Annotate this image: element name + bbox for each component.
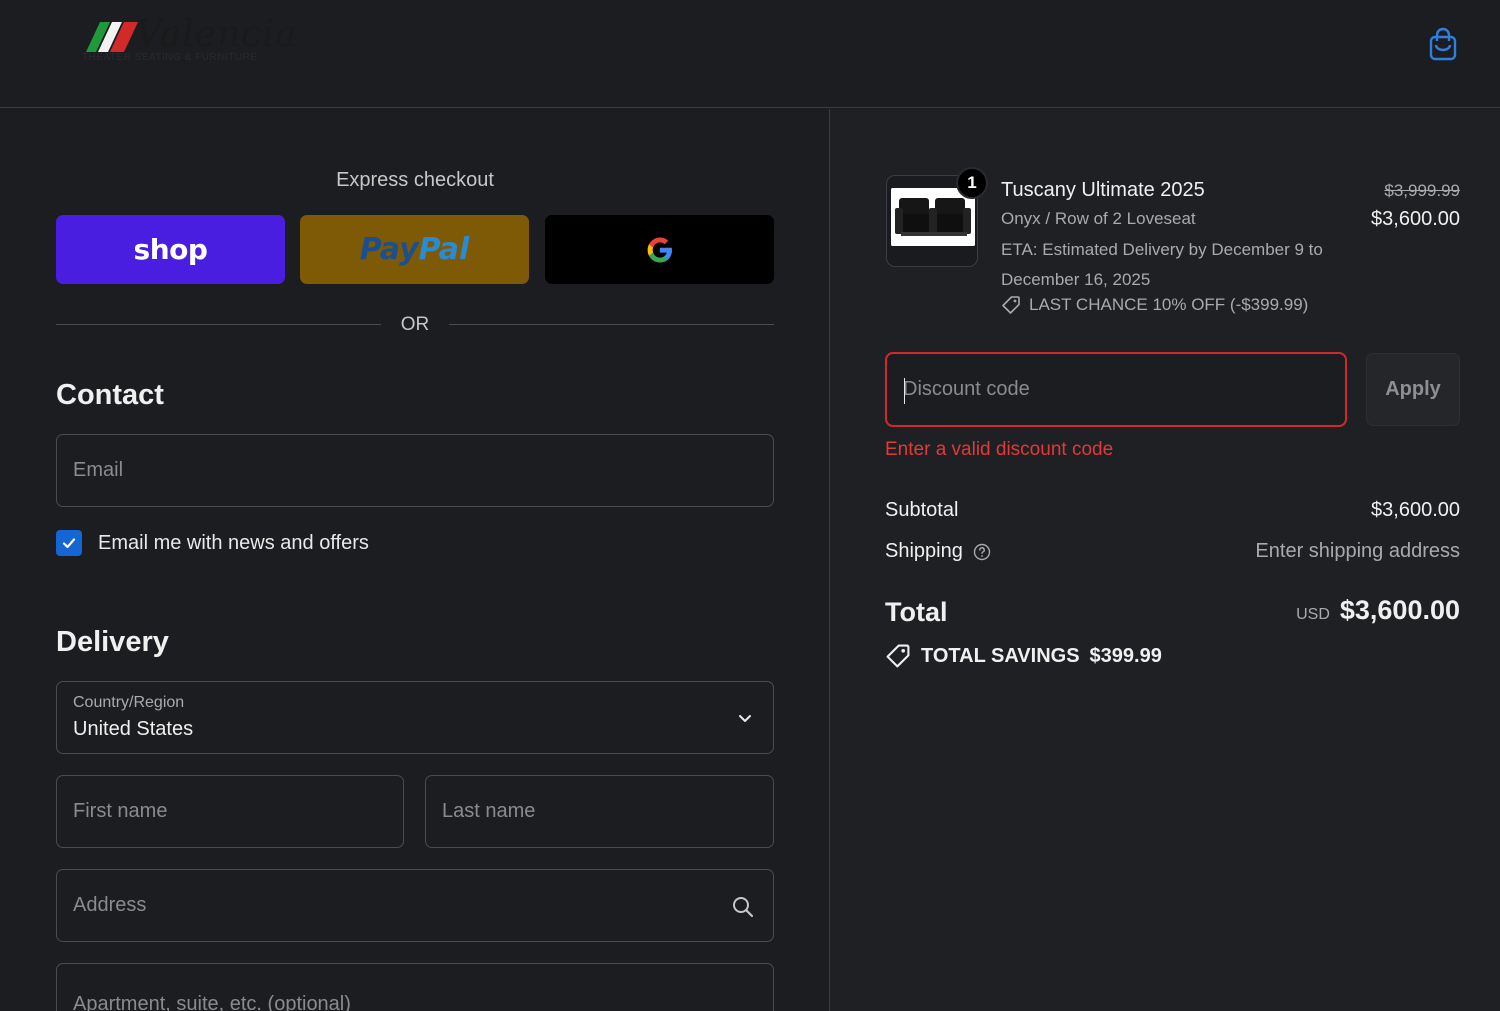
or-line-left	[56, 324, 381, 325]
subtotal-label: Subtotal	[885, 499, 959, 521]
discount-code-input[interactable]	[903, 354, 1329, 425]
email-field[interactable]	[56, 434, 774, 507]
google-g-icon	[647, 237, 672, 262]
cart-button[interactable]	[1424, 26, 1462, 64]
product-discount-label: LAST CHANCE 10% OFF (-$399.99)	[1029, 295, 1309, 314]
product-discount: LAST CHANCE 10% OFF (-$399.99)	[1001, 295, 1308, 315]
shop-pay-label: shop	[133, 233, 208, 266]
or-divider: OR	[56, 314, 774, 336]
order-summary: 1 Tuscany Ultimate 2025 Onyx / Row of 2 …	[830, 109, 1500, 1011]
paypal-button[interactable]: PayPal	[300, 215, 529, 284]
chevron-down-icon	[739, 715, 751, 722]
original-price: $3,999.99	[1384, 181, 1460, 200]
country-select[interactable]: Country/Region United States	[56, 681, 774, 754]
total-label: Total	[885, 597, 948, 627]
discount-code-field[interactable]	[885, 352, 1347, 427]
express-checkout-title: Express checkout	[336, 169, 494, 191]
search-icon	[733, 897, 754, 918]
shopping-bag-icon	[1429, 27, 1457, 61]
total-value: USD $3,600.00	[1296, 595, 1460, 626]
shipping-value: Enter shipping address	[1255, 540, 1460, 562]
newsletter-row[interactable]: Email me with news and offers	[56, 529, 369, 557]
newsletter-checkbox[interactable]	[56, 530, 82, 556]
total-savings-amount: $399.99	[1089, 644, 1162, 667]
first-name-field[interactable]	[56, 775, 404, 848]
first-name-input[interactable]	[73, 776, 387, 847]
current-price: $3,600.00	[1371, 208, 1460, 230]
paypal-label: PayPal	[360, 232, 470, 267]
apartment-input[interactable]	[73, 974, 757, 1011]
apartment-field[interactable]	[56, 963, 774, 1011]
country-label: Country/Region	[73, 694, 185, 711]
site-header: Valencia THEATER SEATING & FURNITURE	[0, 0, 1500, 108]
product-name: Tuscany Ultimate 2025	[1001, 179, 1205, 201]
product-variant: Onyx / Row of 2 Loveseat	[1001, 209, 1196, 228]
address-field[interactable]	[56, 869, 774, 942]
text-cursor	[904, 378, 905, 404]
quantity-badge: 1	[956, 167, 988, 199]
shop-pay-button[interactable]: shop	[56, 215, 285, 284]
total-savings: TOTAL SAVINGS $399.99	[885, 643, 1162, 669]
newsletter-label: Email me with news and offers	[98, 531, 369, 554]
valencia-logo[interactable]: Valencia THEATER SEATING & FURNITURE	[80, 14, 296, 70]
product-eta: ETA: Estimated Delivery by December 9 to…	[1001, 240, 1323, 289]
paypal-label-pal: Pal	[418, 232, 470, 267]
discount-error-message: Enter a valid discount code	[885, 439, 1114, 460]
paypal-label-pay: Pay	[359, 232, 419, 267]
country-value: United States	[73, 718, 194, 740]
subtotal-value: $3,600.00	[1371, 499, 1460, 521]
shipping-row-label: Shipping	[885, 540, 991, 563]
address-input[interactable]	[73, 870, 717, 941]
italian-flag-icon	[86, 22, 138, 52]
last-name-field[interactable]	[425, 775, 774, 848]
delivery-title: Delivery	[56, 626, 169, 658]
shipping-label: Shipping	[885, 540, 963, 562]
checkmark-icon	[62, 538, 76, 549]
or-line-right	[449, 324, 774, 325]
logo-tagline: THEATER SEATING & FURNITURE	[82, 52, 258, 63]
google-pay-button[interactable]	[545, 215, 774, 284]
help-circle-icon[interactable]	[973, 543, 991, 561]
email-input[interactable]	[73, 435, 757, 506]
contact-title: Contact	[56, 379, 164, 411]
loveseat-image	[891, 188, 975, 246]
price-tag-icon	[886, 644, 910, 668]
total-amount: $3,600.00	[1339, 595, 1460, 625]
or-label: OR	[400, 314, 430, 335]
last-name-input[interactable]	[442, 776, 757, 847]
total-currency: USD	[1296, 606, 1330, 623]
total-savings-label: TOTAL SAVINGS	[921, 644, 1080, 667]
apply-discount-button[interactable]: Apply	[1366, 353, 1460, 426]
price-tag-icon	[1002, 296, 1020, 314]
checkout-form: Express checkout shop PayPal OR Contact …	[0, 109, 829, 1011]
logo-wordmark: Valencia	[136, 14, 298, 55]
